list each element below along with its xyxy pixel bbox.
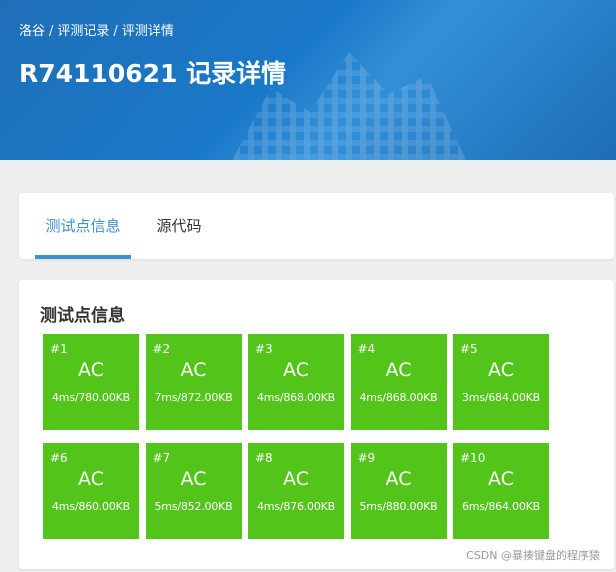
- test-case-number: #2: [152, 342, 171, 356]
- test-case-status: AC: [180, 359, 207, 381]
- page-header: 洛谷 / 评测记录 / 评测详情 R74110621 记录详情: [0, 0, 616, 160]
- breadcrumb: 洛谷 / 评测记录 / 评测详情: [19, 20, 174, 39]
- breadcrumb-link-records[interactable]: 评测记录: [57, 24, 109, 39]
- test-case-number: #4: [357, 342, 376, 356]
- test-case-status: AC: [488, 468, 514, 490]
- tab-source-code[interactable]: 源代码: [149, 193, 209, 259]
- watermark: CSDN @暴揍键盘的程序猿: [466, 549, 600, 562]
- test-case-time-memory: 4ms/868.00KB: [257, 391, 335, 404]
- test-case-tile[interactable]: #4 AC 4ms/868.00KB: [350, 334, 447, 430]
- breadcrumb-link-luogu[interactable]: 洛谷: [19, 24, 45, 39]
- test-case-number: #8: [255, 451, 273, 465]
- test-case-status: AC: [385, 468, 412, 490]
- test-case-number: #6: [50, 451, 68, 465]
- test-case-status: AC: [283, 359, 309, 381]
- tab-test-points[interactable]: 测试点信息: [35, 193, 131, 259]
- page-title: R74110621 记录详情: [19, 59, 287, 88]
- test-case-tile[interactable]: #9 AC 5ms/880.00KB: [350, 443, 447, 539]
- test-case-tile[interactable]: #10 AC 6ms/864.00KB: [453, 443, 549, 539]
- test-case-status: AC: [385, 359, 412, 381]
- test-case-tile[interactable]: #7 AC 5ms/852.00KB: [145, 443, 242, 539]
- test-case-tile[interactable]: #6 AC 4ms/860.00KB: [43, 443, 139, 539]
- test-case-time-memory: 4ms/868.00KB: [359, 391, 438, 404]
- test-case-number: #1: [50, 342, 68, 356]
- test-case-number: #3: [255, 342, 273, 356]
- breadcrumb-separator: /: [113, 24, 118, 39]
- test-case-time-memory: 4ms/860.00KB: [52, 500, 130, 513]
- test-case-tile[interactable]: #2 AC 7ms/872.00KB: [145, 334, 242, 430]
- test-case-tile[interactable]: #1 AC 4ms/780.00KB: [43, 334, 139, 430]
- test-case-number: #5: [460, 342, 478, 356]
- test-case-status: AC: [488, 359, 514, 381]
- test-case-tile[interactable]: #8 AC 4ms/876.00KB: [248, 443, 344, 539]
- test-case-tile[interactable]: #5 AC 3ms/684.00KB: [453, 334, 549, 430]
- tabs-bar: 测试点信息 源代码: [19, 193, 614, 259]
- test-case-number: #7: [152, 451, 171, 465]
- test-case-status: AC: [78, 359, 104, 381]
- test-case-time-memory: 3ms/684.00KB: [462, 391, 540, 404]
- test-case-status: AC: [283, 468, 309, 490]
- test-case-time-memory: 7ms/872.00KB: [154, 391, 233, 404]
- test-case-number: #9: [357, 451, 376, 465]
- test-cases-panel: 测试点信息 #1 AC 4ms/780.00KB #2 AC 7ms/872.00KB #3…: [19, 280, 614, 569]
- breadcrumb-separator: /: [49, 24, 54, 39]
- test-case-time-memory: 5ms/880.00KB: [359, 500, 438, 513]
- test-case-time-memory: 4ms/780.00KB: [52, 391, 130, 404]
- test-case-time-memory: 4ms/876.00KB: [257, 500, 335, 513]
- test-case-time-memory: 6ms/864.00KB: [462, 500, 540, 513]
- breadcrumb-current: 评测详情: [121, 24, 174, 39]
- panel-title: 测试点信息: [40, 306, 125, 326]
- active-tab-indicator: [35, 255, 131, 259]
- test-case-status: AC: [180, 468, 207, 490]
- test-case-number: #10: [460, 451, 486, 465]
- test-case-tile[interactable]: #3 AC 4ms/868.00KB: [248, 334, 344, 430]
- test-case-status: AC: [78, 468, 104, 490]
- test-case-time-memory: 5ms/852.00KB: [154, 500, 233, 513]
